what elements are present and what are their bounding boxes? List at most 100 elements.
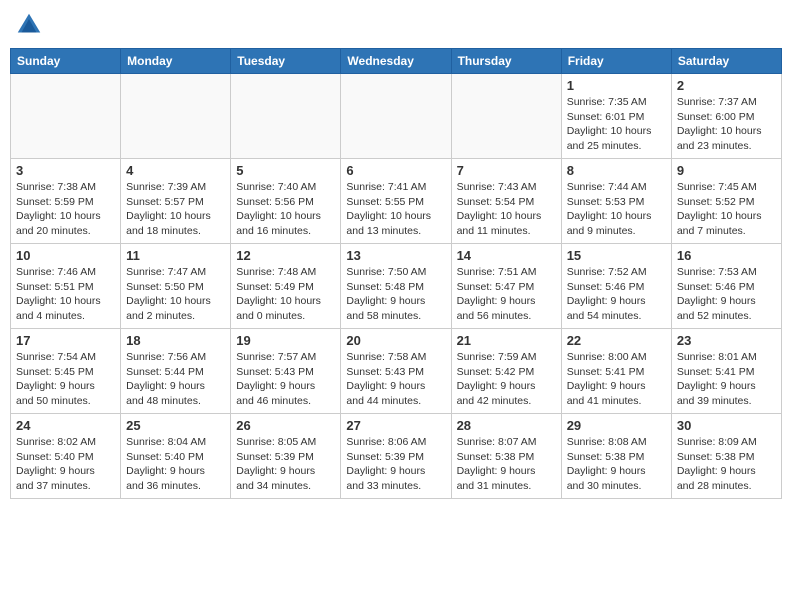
calendar-day: 8 Sunrise: 7:44 AM Sunset: 5:53 PM Daylig… [561, 159, 671, 244]
calendar-day: 19 Sunrise: 7:57 AM Sunset: 5:43 PM Dayli… [231, 329, 341, 414]
day-number: 25 [126, 418, 225, 433]
day-number: 11 [126, 248, 225, 263]
day-info: Sunrise: 7:47 AM Sunset: 5:50 PM Dayligh… [126, 265, 225, 324]
day-number: 29 [567, 418, 666, 433]
day-number: 5 [236, 163, 335, 178]
day-info: Sunrise: 8:01 AM Sunset: 5:41 PM Dayligh… [677, 350, 776, 409]
weekday-header-thursday: Thursday [451, 49, 561, 74]
logo [14, 10, 48, 40]
day-number: 18 [126, 333, 225, 348]
day-info: Sunrise: 8:00 AM Sunset: 5:41 PM Dayligh… [567, 350, 666, 409]
calendar-day [11, 74, 121, 159]
day-number: 9 [677, 163, 776, 178]
day-number: 6 [346, 163, 445, 178]
calendar-week-3: 10 Sunrise: 7:46 AM Sunset: 5:51 PM Dayli… [11, 244, 782, 329]
calendar-day: 14 Sunrise: 7:51 AM Sunset: 5:47 PM Dayli… [451, 244, 561, 329]
day-info: Sunrise: 7:54 AM Sunset: 5:45 PM Dayligh… [16, 350, 115, 409]
day-number: 16 [677, 248, 776, 263]
day-number: 17 [16, 333, 115, 348]
day-info: Sunrise: 8:07 AM Sunset: 5:38 PM Dayligh… [457, 435, 556, 494]
day-number: 20 [346, 333, 445, 348]
calendar-day [121, 74, 231, 159]
day-info: Sunrise: 8:08 AM Sunset: 5:38 PM Dayligh… [567, 435, 666, 494]
day-info: Sunrise: 8:02 AM Sunset: 5:40 PM Dayligh… [16, 435, 115, 494]
day-info: Sunrise: 7:38 AM Sunset: 5:59 PM Dayligh… [16, 180, 115, 239]
calendar-day [451, 74, 561, 159]
weekday-header-wednesday: Wednesday [341, 49, 451, 74]
day-number: 10 [16, 248, 115, 263]
day-info: Sunrise: 7:41 AM Sunset: 5:55 PM Dayligh… [346, 180, 445, 239]
calendar-day: 23 Sunrise: 8:01 AM Sunset: 5:41 PM Dayli… [671, 329, 781, 414]
calendar-week-5: 24Sunrise: 8:02 AM Sunset: 5:40 PM Dayli… [11, 414, 782, 499]
day-info: Sunrise: 7:45 AM Sunset: 5:52 PM Dayligh… [677, 180, 776, 239]
day-info: Sunrise: 7:37 AM Sunset: 6:00 PM Dayligh… [677, 95, 776, 154]
day-info: Sunrise: 7:56 AM Sunset: 5:44 PM Dayligh… [126, 350, 225, 409]
calendar-day: 21 Sunrise: 7:59 AM Sunset: 5:42 PM Dayli… [451, 329, 561, 414]
weekday-header-saturday: Saturday [671, 49, 781, 74]
calendar-day: 7 Sunrise: 7:43 AM Sunset: 5:54 PM Daylig… [451, 159, 561, 244]
day-number: 19 [236, 333, 335, 348]
calendar-day: 3 Sunrise: 7:38 AM Sunset: 5:59 PM Daylig… [11, 159, 121, 244]
calendar-day: 22 Sunrise: 8:00 AM Sunset: 5:41 PM Dayli… [561, 329, 671, 414]
weekday-header-tuesday: Tuesday [231, 49, 341, 74]
calendar-week-1: 1 Sunrise: 7:35 AM Sunset: 6:01 PM Daylig… [11, 74, 782, 159]
calendar-table: SundayMondayTuesdayWednesdayThursdayFrid… [10, 48, 782, 499]
day-info: Sunrise: 7:40 AM Sunset: 5:56 PM Dayligh… [236, 180, 335, 239]
calendar-day: 15 Sunrise: 7:52 AM Sunset: 5:46 PM Dayli… [561, 244, 671, 329]
day-number: 7 [457, 163, 556, 178]
day-info: Sunrise: 8:05 AM Sunset: 5:39 PM Dayligh… [236, 435, 335, 494]
day-info: Sunrise: 8:09 AM Sunset: 5:38 PM Dayligh… [677, 435, 776, 494]
calendar-day: 6 Sunrise: 7:41 AM Sunset: 5:55 PM Daylig… [341, 159, 451, 244]
day-number: 27 [346, 418, 445, 433]
calendar-day: 12Sunrise: 7:48 AM Sunset: 5:49 PM Dayli… [231, 244, 341, 329]
day-info: Sunrise: 8:06 AM Sunset: 5:39 PM Dayligh… [346, 435, 445, 494]
calendar-day: 20 Sunrise: 7:58 AM Sunset: 5:43 PM Dayli… [341, 329, 451, 414]
day-info: Sunrise: 7:58 AM Sunset: 5:43 PM Dayligh… [346, 350, 445, 409]
weekday-header-friday: Friday [561, 49, 671, 74]
day-info: Sunrise: 7:59 AM Sunset: 5:42 PM Dayligh… [457, 350, 556, 409]
day-number: 15 [567, 248, 666, 263]
day-number: 8 [567, 163, 666, 178]
calendar-day: 25 Sunrise: 8:04 AM Sunset: 5:40 PM Dayli… [121, 414, 231, 499]
logo-icon [14, 10, 44, 40]
calendar-week-4: 17 Sunrise: 7:54 AM Sunset: 5:45 PM Dayli… [11, 329, 782, 414]
day-info: Sunrise: 7:53 AM Sunset: 5:46 PM Dayligh… [677, 265, 776, 324]
day-number: 30 [677, 418, 776, 433]
day-info: Sunrise: 7:39 AM Sunset: 5:57 PM Dayligh… [126, 180, 225, 239]
calendar-header-row: SundayMondayTuesdayWednesdayThursdayFrid… [11, 49, 782, 74]
day-info: Sunrise: 7:51 AM Sunset: 5:47 PM Dayligh… [457, 265, 556, 324]
weekday-header-monday: Monday [121, 49, 231, 74]
page-header [10, 10, 782, 40]
calendar-day: 5 Sunrise: 7:40 AM Sunset: 5:56 PM Daylig… [231, 159, 341, 244]
day-number: 3 [16, 163, 115, 178]
day-number: 4 [126, 163, 225, 178]
day-number: 14 [457, 248, 556, 263]
day-info: Sunrise: 7:52 AM Sunset: 5:46 PM Dayligh… [567, 265, 666, 324]
calendar-week-2: 3 Sunrise: 7:38 AM Sunset: 5:59 PM Daylig… [11, 159, 782, 244]
day-number: 22 [567, 333, 666, 348]
day-info: Sunrise: 7:44 AM Sunset: 5:53 PM Dayligh… [567, 180, 666, 239]
day-number: 21 [457, 333, 556, 348]
day-info: Sunrise: 7:50 AM Sunset: 5:48 PM Dayligh… [346, 265, 445, 324]
calendar-day: 4 Sunrise: 7:39 AM Sunset: 5:57 PM Daylig… [121, 159, 231, 244]
calendar-day: 28 Sunrise: 8:07 AM Sunset: 5:38 PM Dayli… [451, 414, 561, 499]
day-number: 28 [457, 418, 556, 433]
day-number: 26 [236, 418, 335, 433]
day-info: Sunrise: 7:43 AM Sunset: 5:54 PM Dayligh… [457, 180, 556, 239]
day-info: Sunrise: 8:04 AM Sunset: 5:40 PM Dayligh… [126, 435, 225, 494]
day-number: 1 [567, 78, 666, 93]
calendar-day: 10 Sunrise: 7:46 AM Sunset: 5:51 PM Dayli… [11, 244, 121, 329]
calendar-day: 13Sunrise: 7:50 AM Sunset: 5:48 PM Dayli… [341, 244, 451, 329]
day-info: Sunrise: 7:46 AM Sunset: 5:51 PM Dayligh… [16, 265, 115, 324]
calendar-body: 1 Sunrise: 7:35 AM Sunset: 6:01 PM Daylig… [11, 74, 782, 499]
calendar-day: 27 Sunrise: 8:06 AM Sunset: 5:39 PM Dayli… [341, 414, 451, 499]
day-info: Sunrise: 7:35 AM Sunset: 6:01 PM Dayligh… [567, 95, 666, 154]
day-number: 2 [677, 78, 776, 93]
calendar-day: 1 Sunrise: 7:35 AM Sunset: 6:01 PM Daylig… [561, 74, 671, 159]
day-info: Sunrise: 7:48 AM Sunset: 5:49 PM Dayligh… [236, 265, 335, 324]
calendar-day [341, 74, 451, 159]
calendar-day: 24Sunrise: 8:02 AM Sunset: 5:40 PM Dayli… [11, 414, 121, 499]
day-info: Sunrise: 7:57 AM Sunset: 5:43 PM Dayligh… [236, 350, 335, 409]
day-number: 23 [677, 333, 776, 348]
calendar-day: 17 Sunrise: 7:54 AM Sunset: 5:45 PM Dayli… [11, 329, 121, 414]
